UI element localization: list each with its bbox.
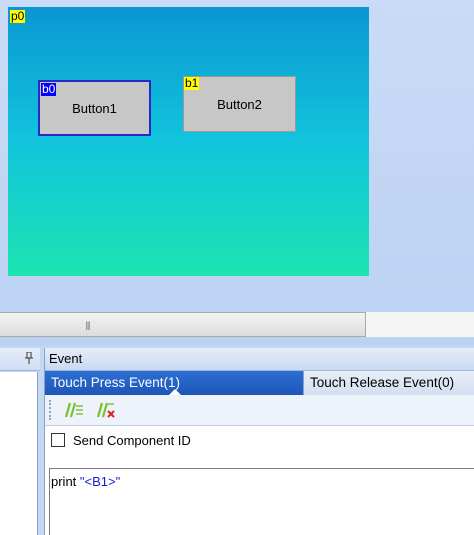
code-string: "<B1>" bbox=[79, 474, 121, 489]
page-id-tag: p0 bbox=[10, 9, 26, 23]
button1-id-tag: b0 bbox=[41, 82, 57, 96]
left-panel bbox=[0, 346, 40, 535]
code-keyword: print bbox=[51, 474, 80, 489]
uncomment-lines-icon[interactable] bbox=[93, 399, 117, 421]
tab-touch-press-event[interactable]: Touch Press Event(1) bbox=[45, 371, 303, 395]
comment-lines-icon[interactable] bbox=[61, 399, 85, 421]
event-panel-title: Event bbox=[45, 348, 474, 371]
button1-label: Button1 bbox=[72, 100, 117, 116]
event-toolbar bbox=[45, 395, 474, 426]
editor-window: p0 b0 Button1 b1 Button2 ||| Event Touch… bbox=[0, 0, 474, 535]
horizontal-scrollbar[interactable]: ||| bbox=[0, 312, 366, 337]
scrollbar-gap bbox=[366, 312, 474, 337]
pin-icon[interactable] bbox=[24, 351, 34, 367]
toolbar-grip bbox=[49, 400, 53, 420]
button2-label: Button2 bbox=[217, 96, 262, 112]
button1-component[interactable]: b0 Button1 bbox=[38, 80, 151, 136]
send-component-id-row[interactable]: Send Component ID bbox=[45, 426, 474, 454]
event-panel: Event Touch Press Event(1) Touch Release… bbox=[44, 348, 474, 535]
send-component-id-checkbox[interactable] bbox=[51, 433, 65, 447]
left-panel-header bbox=[0, 348, 40, 371]
send-component-id-label: Send Component ID bbox=[73, 432, 191, 448]
button2-component[interactable]: b1 Button2 bbox=[183, 76, 296, 132]
page-canvas[interactable]: p0 b0 Button1 b1 Button2 bbox=[8, 7, 369, 276]
scrollbar-grip[interactable]: ||| bbox=[85, 320, 90, 330]
left-panel-body bbox=[0, 372, 38, 535]
code-editor[interactable]: print "<B1>" bbox=[49, 468, 474, 535]
button2-id-tag: b1 bbox=[184, 76, 200, 90]
bottom-dock: Event Touch Press Event(1) Touch Release… bbox=[0, 346, 474, 535]
tab-touch-release-event[interactable]: Touch Release Event(0) bbox=[303, 371, 474, 395]
event-tabs: Touch Press Event(1) Touch Release Event… bbox=[45, 371, 474, 395]
